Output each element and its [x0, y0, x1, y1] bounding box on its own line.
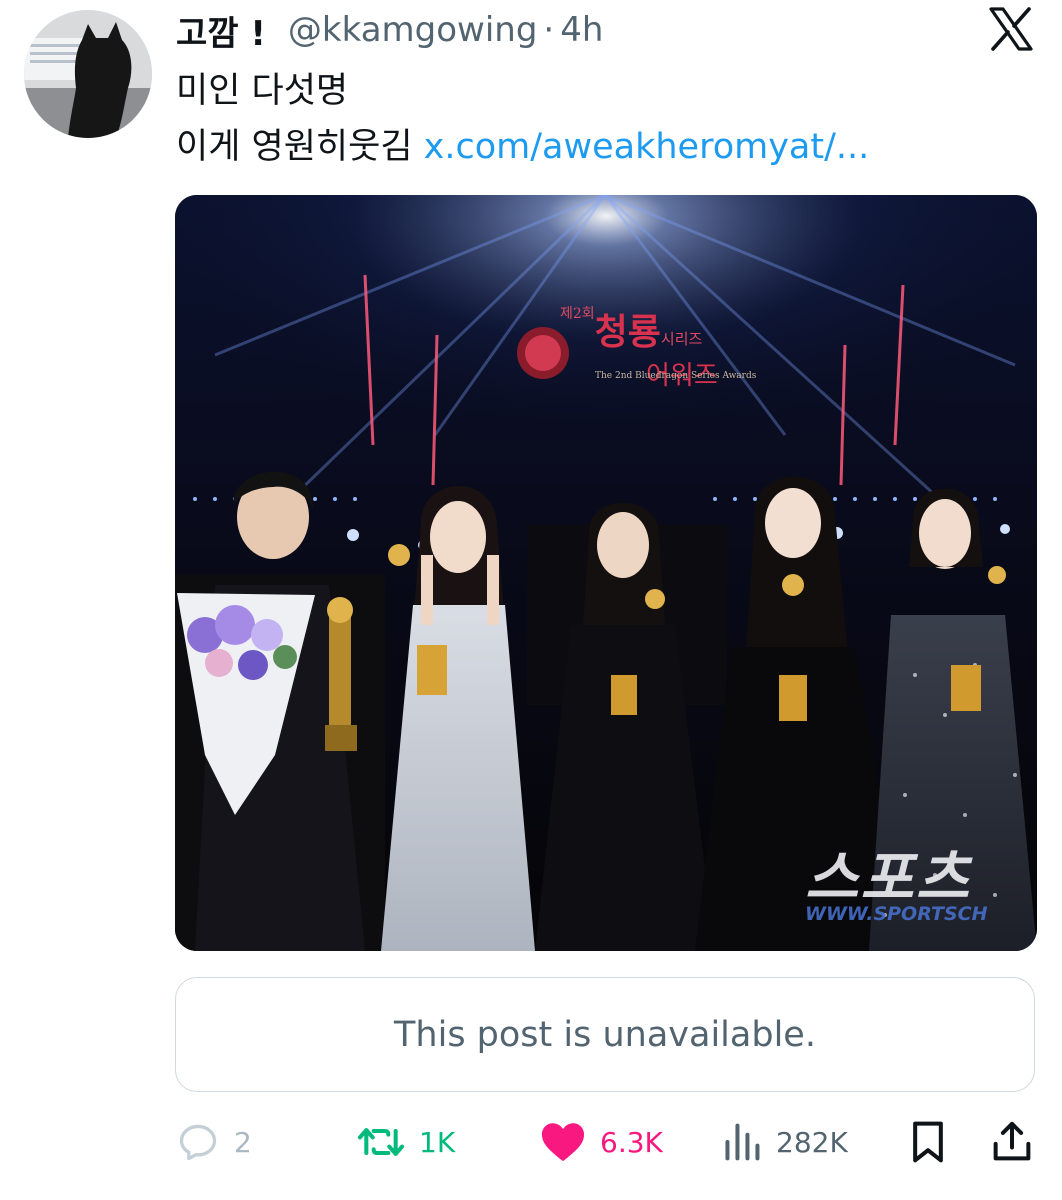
- heart-icon: [541, 1123, 585, 1162]
- bookmark-button[interactable]: [908, 1112, 948, 1172]
- like-count: 6.3K: [600, 1125, 663, 1159]
- event-logo-title: 청룡: [594, 311, 661, 353]
- views-count: 282K: [776, 1125, 848, 1159]
- views-icon: [725, 1123, 760, 1161]
- views-button[interactable]: 282K: [722, 1112, 848, 1172]
- repost-button[interactable]: 1K: [357, 1112, 455, 1172]
- unavailable-quote-card: This post is unavailable.: [175, 977, 1035, 1092]
- action-bar: 2 1K 6.3K 282K: [0, 1112, 1062, 1172]
- display-name[interactable]: 고깜 !: [176, 6, 266, 55]
- post-text-line2: 이게 영원히웃김 x.com/aweakheromyat/...: [176, 118, 869, 169]
- post-link[interactable]: x.com/aweakheromyat/...: [424, 127, 870, 167]
- event-logo-series: 시리즈: [660, 330, 703, 348]
- like-button[interactable]: 6.3K: [540, 1112, 663, 1172]
- share-icon: [993, 1121, 1031, 1161]
- separator-dot: ·: [543, 10, 555, 50]
- post-photo[interactable]: 제2회청룡시리즈 어워즈 The 2nd Bluedragon Series A…: [175, 195, 1037, 951]
- unavailable-message: This post is unavailable.: [394, 1014, 816, 1055]
- reply-count: 2: [234, 1125, 252, 1159]
- avatar[interactable]: [24, 10, 152, 138]
- post-header: 고깜 ! @kkamgowing · 4h: [176, 6, 603, 54]
- event-logo-edition: 제2회: [560, 306, 595, 322]
- repost-count: 1K: [419, 1125, 456, 1159]
- share-button[interactable]: [992, 1112, 1032, 1172]
- user-handle[interactable]: @kkamgowing: [288, 10, 538, 50]
- post-text-line1: 미인 다섯명: [176, 71, 349, 111]
- reply-icon: [179, 1124, 217, 1161]
- tweet: 고깜 ! @kkamgowing · 4h 미인 다섯명 이게 영원히웃김 x.…: [0, 0, 1062, 1200]
- event-logo-english: The 2nd Bluedragon Series Awards: [595, 371, 757, 381]
- bookmark-icon: [913, 1121, 943, 1163]
- post-timestamp[interactable]: 4h: [560, 10, 603, 50]
- repost-icon: [357, 1128, 405, 1156]
- x-logo-icon[interactable]: [988, 6, 1034, 52]
- post-text-line2-body: 이게 영원히웃김: [176, 127, 413, 167]
- reply-button[interactable]: 2: [176, 1112, 252, 1172]
- photo-watermark-url: WWW.SPORTSCH: [805, 903, 988, 925]
- avatar-image: [24, 10, 152, 138]
